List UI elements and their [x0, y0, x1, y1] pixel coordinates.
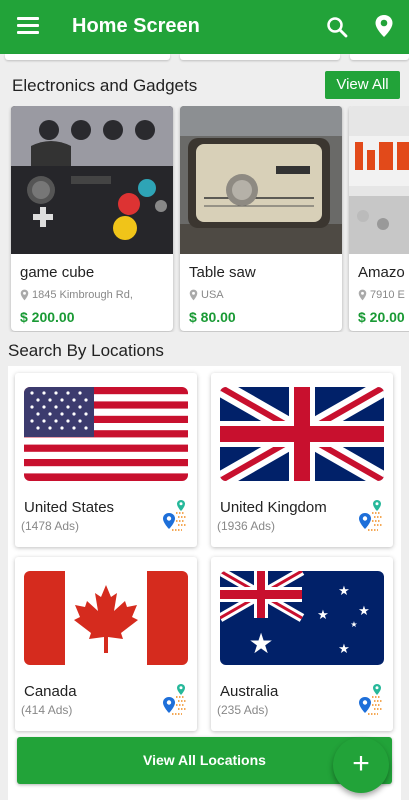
product-card[interactable]: Table saw USA $ 80.00: [180, 106, 342, 331]
product-location: 7910 E: [358, 289, 405, 301]
location-name: Australia: [220, 683, 279, 700]
location-card-canada[interactable]: Canada (414 Ads): [15, 557, 197, 731]
location-pin-icon[interactable]: [374, 14, 394, 38]
location-ads-count: (1936 Ads): [217, 519, 276, 533]
product-name: Table saw: [189, 264, 256, 281]
product-image-radio: [180, 106, 342, 254]
menu-icon[interactable]: [17, 17, 39, 35]
add-ad-fab-button[interactable]: +: [333, 737, 389, 793]
svg-text:★: ★: [358, 604, 370, 619]
search-icon[interactable]: [326, 16, 348, 38]
product-name: Amazo: [358, 264, 405, 281]
electronics-section-title: Electronics and Gadgets: [12, 76, 198, 95]
svg-text:★: ★: [248, 627, 273, 660]
location-pin-icon: [358, 289, 367, 301]
page-title: Home Screen: [72, 15, 200, 37]
svg-text:★: ★: [317, 608, 329, 623]
product-card[interactable]: Amazo 7910 E $ 20.00: [349, 106, 409, 331]
location-pin-icon: [189, 289, 198, 301]
previous-section-edge: [0, 54, 409, 62]
location-card-united-kingdom[interactable]: United Kingdom (1936 Ads): [211, 373, 393, 547]
flag-uk-icon: [220, 387, 384, 481]
product-location: USA: [189, 289, 224, 301]
product-image-ad: [349, 106, 409, 254]
locations-grid: United States (1478 Ads) United Kingdom …: [8, 366, 401, 800]
product-card[interactable]: game cube 1845 Kimbrough Rd, $ 200.00: [11, 106, 173, 331]
svg-text:★: ★: [350, 620, 357, 629]
product-image-game-controller: [11, 106, 173, 254]
flag-australia-icon: ★ ★ ★ ★ ★ ★: [220, 571, 384, 665]
location-list-icon: [163, 500, 186, 531]
flag-canada-icon: [24, 571, 188, 665]
product-price: $ 80.00: [189, 309, 236, 325]
location-ads-count: (1478 Ads): [21, 519, 80, 533]
view-all-electronics-button[interactable]: View All: [325, 71, 400, 99]
location-card-australia[interactable]: ★ ★ ★ ★ ★ ★ Australia (235 Ads): [211, 557, 393, 731]
flag-usa-icon: [24, 387, 188, 481]
products-carousel[interactable]: game cube 1845 Kimbrough Rd, $ 200.00 Ta…: [0, 106, 409, 332]
location-list-icon: [359, 500, 382, 531]
product-location: 1845 Kimbrough Rd,: [20, 289, 133, 301]
location-card-united-states[interactable]: United States (1478 Ads): [15, 373, 197, 547]
location-name: United Kingdom: [220, 499, 327, 516]
location-name: Canada: [24, 683, 77, 700]
location-ads-count: (414 Ads): [21, 703, 73, 717]
location-list-icon: [163, 684, 186, 715]
product-price: $ 20.00: [358, 309, 405, 325]
app-bar: Home Screen: [0, 0, 409, 54]
svg-text:★: ★: [338, 584, 350, 599]
location-name: United States: [24, 499, 115, 516]
locations-section-title: Search By Locations: [8, 341, 164, 360]
product-price: $ 200.00: [20, 309, 75, 325]
location-pin-icon: [20, 289, 29, 301]
svg-text:★: ★: [338, 642, 350, 657]
location-list-icon: [359, 684, 382, 715]
product-name: game cube: [20, 264, 95, 281]
location-ads-count: (235 Ads): [217, 703, 269, 717]
